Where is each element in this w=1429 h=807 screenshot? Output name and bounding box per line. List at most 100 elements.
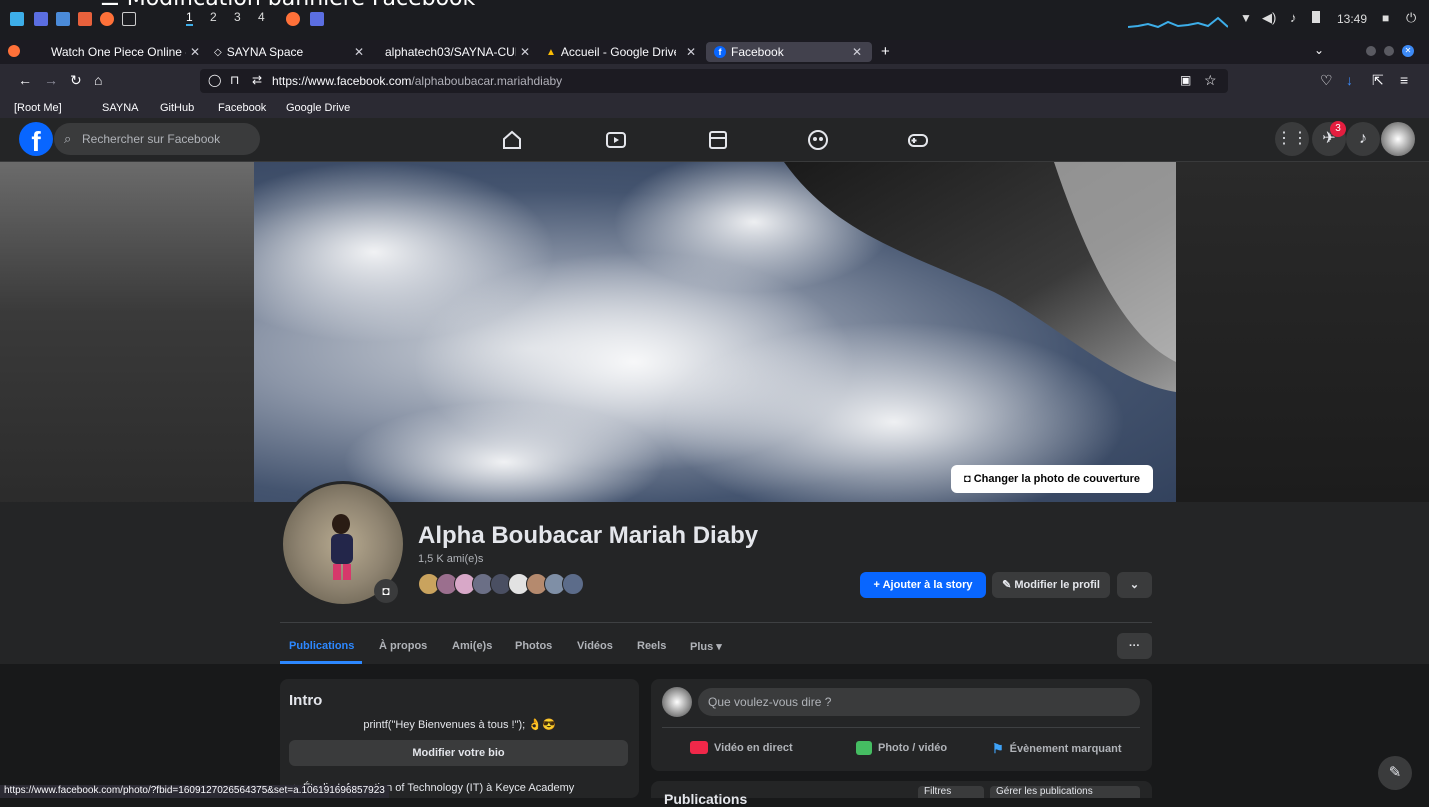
account-avatar[interactable] xyxy=(1381,122,1415,156)
facebook-logo[interactable]: f xyxy=(19,122,53,156)
bookmark-google-drive[interactable]: Google Drive xyxy=(286,102,350,114)
gaming-nav-icon[interactable] xyxy=(906,128,930,152)
profile-more-chevron-icon[interactable]: ⌄ xyxy=(1117,572,1152,598)
notifications-bell-icon[interactable]: ♪ xyxy=(1346,122,1380,156)
wifi-icon[interactable]: ▼ xyxy=(1240,11,1252,25)
battery-icon[interactable] xyxy=(1312,11,1320,23)
tab-label: Facebook xyxy=(731,45,784,59)
extensions-icon[interactable]: ⇱ xyxy=(1372,72,1384,89)
tab-reels[interactable]: Reels xyxy=(637,640,666,652)
close-tab-icon[interactable]: ✕ xyxy=(686,45,696,59)
close-tab-icon[interactable]: ✕ xyxy=(354,45,364,59)
files-icon[interactable] xyxy=(56,12,70,26)
camera-icon: ◘ xyxy=(964,473,974,485)
close-tab-icon[interactable]: ✕ xyxy=(190,45,200,59)
home-icon[interactable]: ⌂ xyxy=(94,72,102,88)
workspace-3[interactable]: 3 xyxy=(234,10,241,24)
tab-friends[interactable]: Ami(e)s xyxy=(452,640,492,652)
reload-icon[interactable]: ↻ xyxy=(70,72,82,89)
bookmark-star-icon[interactable]: ☆ xyxy=(1204,72,1217,89)
tab-google-drive[interactable]: ▲ Accueil - Google Drive xyxy=(546,42,676,62)
menu-icon[interactable]: ≡ xyxy=(1400,72,1408,88)
pocket-icon[interactable]: ♡ xyxy=(1320,72,1333,89)
menu-grid-icon[interactable]: ⋮⋮ xyxy=(1275,122,1309,156)
workspace-4[interactable]: 4 xyxy=(258,10,265,24)
window-minimize-icon[interactable] xyxy=(1366,46,1376,56)
url-bar[interactable]: ◯ ⊓ ⇄ https://www.facebook.com/alphaboub… xyxy=(200,69,1228,93)
tab-about[interactable]: À propos xyxy=(379,640,427,652)
new-tab-button[interactable]: + xyxy=(881,43,890,60)
lock-icon[interactable]: ■ xyxy=(1382,11,1389,25)
tab-list-chevron-icon[interactable]: ⌄ xyxy=(1314,43,1324,57)
window-title: ☰ Modification bannière Facebook xyxy=(100,0,475,11)
terminal-icon[interactable] xyxy=(34,12,48,26)
app-launcher-icon[interactable] xyxy=(10,12,24,26)
lock-icon[interactable]: ⊓ xyxy=(230,73,239,87)
tab-publications[interactable]: Publications xyxy=(289,640,354,652)
editor-icon[interactable] xyxy=(78,12,92,26)
back-icon[interactable]: ← xyxy=(18,72,32,88)
intro-bio: printf("Hey Bienvenues à tous !"); 👌😎 xyxy=(363,719,556,731)
workspace-2[interactable]: 2 xyxy=(210,10,217,24)
bookmark-root-me[interactable]: [Root Me] xyxy=(14,102,62,114)
manage-posts-button[interactable]: Gérer les publications xyxy=(990,786,1140,798)
clock[interactable]: 13:49 xyxy=(1337,12,1367,26)
avatar-camera-icon[interactable]: ◘ xyxy=(374,579,398,603)
friend-avatar[interactable] xyxy=(562,573,584,595)
tab-label: SAYNA Space xyxy=(226,45,304,59)
task-icon[interactable] xyxy=(310,12,324,26)
cover-photo[interactable] xyxy=(254,162,1176,502)
bookmarks-bar: [Root Me] SAYNA GitHub Facebook Google D… xyxy=(0,98,1429,118)
change-cover-button[interactable]: ◘ Changer la photo de couverture xyxy=(951,465,1153,493)
search-input[interactable]: ⌕ Rechercher sur Facebook xyxy=(54,123,260,155)
pencil-icon: ✎ xyxy=(1002,579,1015,591)
tab-videos[interactable]: Vidéos xyxy=(577,640,613,652)
live-video-label: Vidéo en direct xyxy=(714,741,793,754)
window-maximize-icon[interactable] xyxy=(1384,46,1394,56)
tab-photos[interactable]: Photos xyxy=(515,640,552,652)
photo-video-button[interactable]: Photo / vidéo xyxy=(856,741,947,755)
workspace-1[interactable]: 1 xyxy=(186,10,193,26)
active-tab-indicator xyxy=(280,661,362,664)
edit-bio-button[interactable]: Modifier votre bio xyxy=(289,740,628,766)
reader-view-icon[interactable]: ▣ xyxy=(1180,73,1191,87)
groups-nav-icon[interactable] xyxy=(806,128,830,152)
volume-icon[interactable]: ◀) xyxy=(1262,10,1276,26)
new-message-icon[interactable]: ✎ xyxy=(1378,756,1412,790)
marketplace-nav-icon[interactable] xyxy=(706,128,730,152)
add-story-button[interactable]: + Ajouter à la story xyxy=(860,572,986,598)
home-nav-icon[interactable] xyxy=(500,128,524,152)
bookmark-facebook[interactable]: Facebook xyxy=(218,102,266,114)
close-tab-icon[interactable]: ✕ xyxy=(852,45,862,59)
tab-facebook[interactable]: f Facebook xyxy=(706,42,872,62)
life-event-button[interactable]: ⚑ Évènement marquant xyxy=(992,741,1122,757)
terminal-menu-icon[interactable] xyxy=(122,12,136,26)
firefox-task-icon[interactable] xyxy=(286,12,300,26)
friend-count[interactable]: 1,5 K ami(e)s xyxy=(418,553,483,565)
bookmark-sayna[interactable]: SAYNA xyxy=(102,102,138,114)
live-video-button[interactable]: Vidéo en direct xyxy=(690,741,793,754)
permissions-icon[interactable]: ⇄ xyxy=(252,73,262,87)
power-icon[interactable]: ⏻ xyxy=(1406,10,1416,26)
edit-profile-button[interactable]: ✎ Modifier le profil xyxy=(992,572,1110,598)
tab-more-options-button[interactable]: ··· xyxy=(1117,633,1152,659)
bookmark-github[interactable]: GitHub xyxy=(160,102,194,114)
close-tab-icon[interactable]: ✕ xyxy=(520,45,530,59)
composer-input[interactable]: Que voulez-vous dire ? xyxy=(698,688,1140,716)
os-top-panel: 1 2 3 4 ☰ Modification bannière Facebook… xyxy=(0,0,1429,40)
downloads-icon[interactable]: ↓ xyxy=(1346,72,1353,88)
tab-one-piece[interactable]: Watch One Piece Online - xyxy=(46,42,186,62)
url-text[interactable]: https://www.facebook.com/alphaboubacar.m… xyxy=(272,74,562,88)
video-nav-icon[interactable] xyxy=(604,128,628,152)
filters-button[interactable]: Filtres xyxy=(918,786,984,798)
notification-bell-icon[interactable]: ♪ xyxy=(1290,10,1297,25)
composer-avatar[interactable] xyxy=(662,687,692,717)
firefox-menu-icon[interactable] xyxy=(8,45,20,57)
tab-github[interactable]: alphatech03/SAYNA-CUL xyxy=(380,42,516,62)
window-close-icon[interactable]: ✕ xyxy=(1402,45,1414,57)
tab-more[interactable]: Plus ▾ xyxy=(690,640,722,653)
shield-icon[interactable]: ◯ xyxy=(208,73,221,87)
firefox-icon[interactable] xyxy=(100,12,114,26)
forward-icon[interactable]: → xyxy=(44,72,58,88)
tab-sayna-space[interactable]: ◇ SAYNA Space xyxy=(214,42,344,62)
